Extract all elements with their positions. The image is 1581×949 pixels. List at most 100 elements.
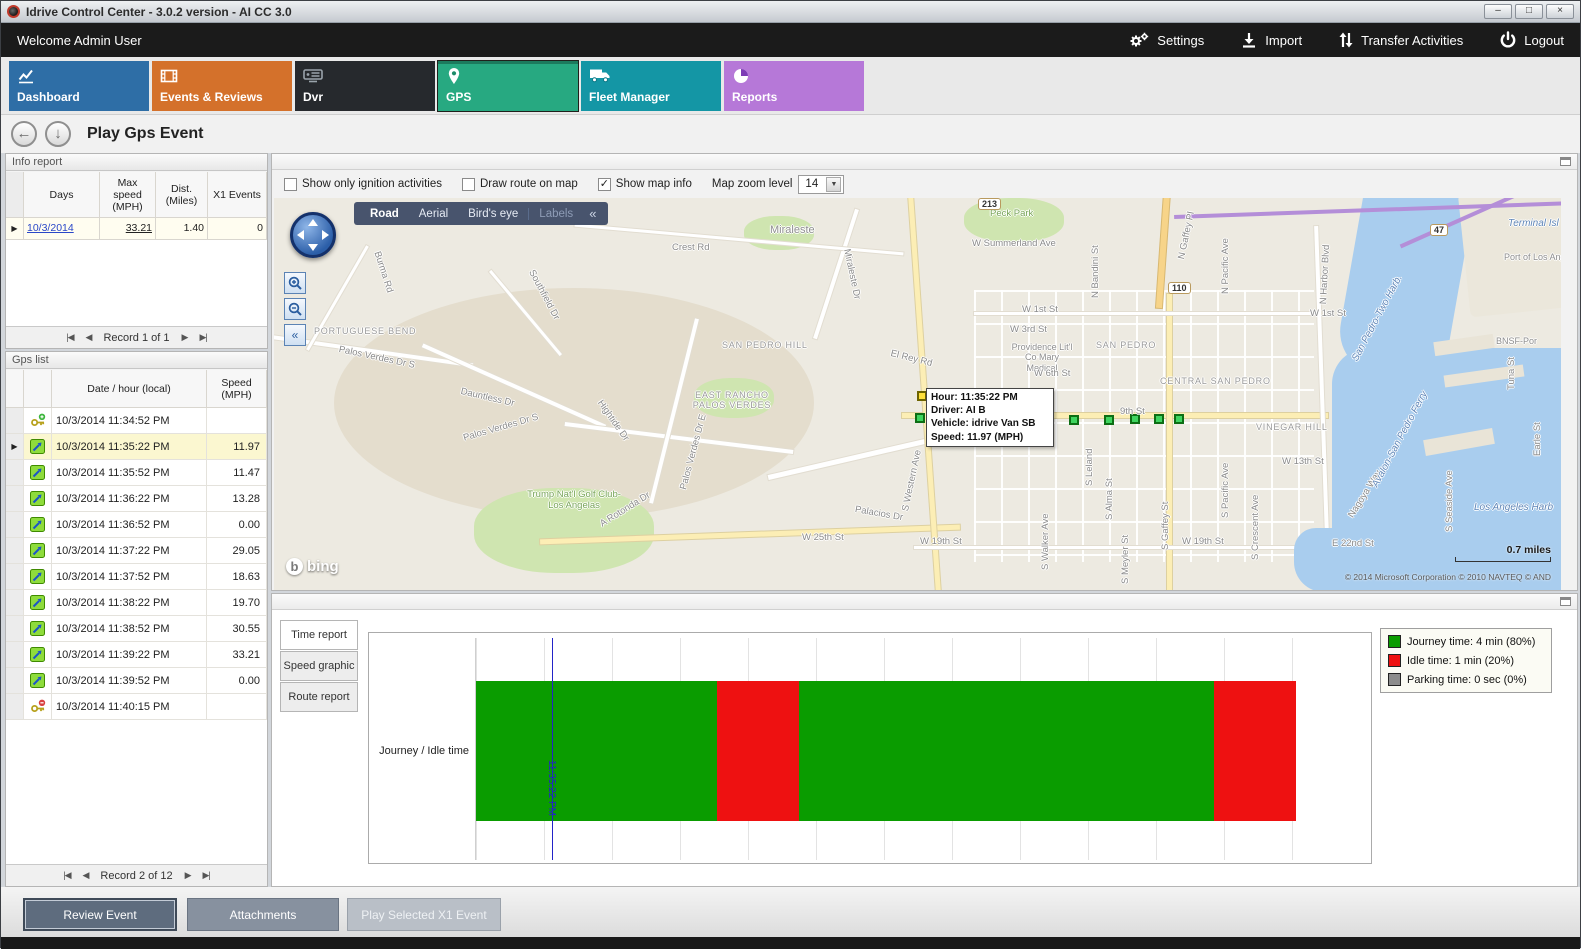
column-header-days[interactable]: Days (24, 172, 100, 218)
gps-row[interactable]: 10/3/2014 11:39:52 PM0.00 (6, 668, 267, 694)
gps-row[interactable]: 10/3/2014 11:39:22 PM33.21 (6, 642, 267, 668)
prev-page-button[interactable]: ◀ (83, 870, 89, 881)
checkbox-show-map-info[interactable]: ✓ Show map info (598, 178, 692, 191)
map-style-road[interactable]: Road (360, 208, 409, 220)
map-zoom-select[interactable]: 14 ▼ (798, 175, 844, 194)
map-style-aerial[interactable]: Aerial (409, 208, 458, 220)
collapse-button[interactable]: ↓ (45, 121, 71, 147)
map-label: W 3rd St (1010, 324, 1047, 335)
checkbox-box (284, 178, 297, 191)
checkbox-show-only-ignition[interactable]: Show only ignition activities (284, 178, 442, 191)
settings-button[interactable]: Settings (1128, 31, 1204, 49)
gps-row[interactable]: 10/3/2014 11:36:52 PM0.00 (6, 512, 267, 538)
gps-row[interactable]: 10/3/2014 11:38:52 PM30.55 (6, 616, 267, 642)
gps-row[interactable]: 10/3/2014 11:37:22 PM29.05 (6, 538, 267, 564)
gps-row[interactable]: 10/3/2014 11:34:52 PM (6, 408, 267, 434)
tab-time-report[interactable]: Time report (280, 620, 358, 650)
gps-row[interactable]: 10/3/2014 11:37:52 PM18.63 (6, 564, 267, 590)
gps-speed (207, 694, 267, 720)
info-row[interactable]: ▶ 10/3/2014 33.21 1.40 0 (6, 218, 267, 240)
gps-speed: 0.00 (207, 512, 267, 538)
import-icon (1240, 31, 1258, 49)
map-label: Miraleste (770, 224, 815, 236)
play-selected-x1-event-button[interactable]: Play Selected X1 Event (347, 898, 501, 931)
next-page-button[interactable]: ▶ (182, 332, 188, 343)
close-button[interactable]: × (1546, 4, 1574, 19)
import-button[interactable]: Import (1240, 31, 1302, 49)
map-style-labels[interactable]: Labels (528, 208, 583, 220)
gps-icon (24, 434, 52, 460)
last-page-button[interactable]: ▶| (199, 332, 206, 343)
map-label: 110 (1168, 282, 1191, 294)
gps-date: 10/3/2014 11:37:22 PM (52, 538, 207, 564)
bing-logo[interactable]: b bing (286, 558, 339, 575)
route-point-green[interactable] (915, 413, 925, 423)
map-label: W 19th St (920, 536, 962, 547)
gps-date: 10/3/2014 11:35:22 PM (52, 434, 207, 460)
column-header-x1-events[interactable]: X1 Events (208, 172, 267, 218)
compass-control[interactable] (290, 212, 336, 258)
first-page-button[interactable]: |◀ (63, 870, 70, 881)
map-label: E 22nd St (1332, 538, 1374, 549)
logout-button[interactable]: Logout (1499, 31, 1564, 49)
bing-map[interactable]: MiralestePeck ParkW Summerland AveCrest … (274, 198, 1561, 590)
gps-row[interactable]: 10/3/2014 11:36:22 PM13.28 (6, 486, 267, 512)
x1-events-value: 0 (208, 218, 267, 240)
route-point-green[interactable] (1174, 414, 1184, 424)
tab-gps[interactable]: GPS (438, 61, 578, 111)
magnifier-plus-icon (287, 275, 303, 291)
key-off-icon (24, 694, 52, 720)
back-button[interactable]: ← (11, 121, 37, 147)
journey-idle-bar (476, 681, 1296, 821)
map-label: San Pedro Hill (722, 340, 808, 350)
gps-speed: 33.21 (207, 642, 267, 668)
attachments-button[interactable]: Attachments (187, 898, 339, 931)
minimize-button[interactable]: – (1484, 4, 1512, 19)
tab-dvr[interactable]: Dvr (295, 61, 435, 111)
checkbox-label: Show only ignition activities (302, 178, 442, 190)
gps-speed: 19.70 (207, 590, 267, 616)
next-page-button[interactable]: ▶ (185, 870, 191, 881)
maximize-panel-icon[interactable] (1560, 157, 1571, 166)
last-page-button[interactable]: ▶| (203, 870, 210, 881)
tab-label: GPS (446, 90, 471, 104)
days-link[interactable]: 10/3/2014 (24, 218, 100, 240)
map-style-bird-s-eye[interactable]: Bird's eye (458, 208, 528, 220)
map-label: S Meyler St (1120, 535, 1131, 584)
zoom-in-button[interactable] (284, 272, 306, 294)
sidebar-collapse-button[interactable]: « (284, 324, 306, 346)
gps-speed (207, 408, 267, 434)
column-header-speed[interactable]: Speed (MPH) (207, 370, 267, 408)
gps-speed: 0.00 (207, 668, 267, 694)
tab-dashboard[interactable]: Dashboard (9, 61, 149, 111)
gps-row[interactable]: ▶10/3/2014 11:35:22 PM11.97 (6, 434, 267, 460)
legend-swatch (1388, 673, 1401, 686)
maximize-panel-icon[interactable] (1560, 597, 1571, 606)
style-bar-collapse-button[interactable]: « (583, 206, 602, 221)
zoom-out-button[interactable] (284, 298, 306, 320)
map-label: W 1st St (1310, 308, 1346, 319)
maximize-button[interactable]: □ (1515, 4, 1543, 19)
column-header-max-speed[interactable]: Max speed (MPH) (100, 172, 156, 218)
column-header-date[interactable]: Date / hour (local) (52, 370, 207, 408)
checkbox-label: Show map info (616, 178, 692, 190)
gps-row[interactable]: 10/3/2014 11:38:22 PM19.70 (6, 590, 267, 616)
first-page-button[interactable]: |◀ (66, 332, 73, 343)
tab-speed-graphic[interactable]: Speed graphic (280, 651, 358, 681)
column-header-dist[interactable]: Dist. (Miles) (156, 172, 208, 218)
route-point-green[interactable] (1104, 415, 1114, 425)
gps-list-header: Gps list (6, 352, 267, 369)
chevron-down-icon: ▼ (826, 177, 841, 192)
transfer-activities-button[interactable]: Transfer Activities (1338, 31, 1463, 49)
gps-row[interactable]: 10/3/2014 11:40:15 PM (6, 694, 267, 720)
tab-fleet-manager[interactable]: Fleet Manager (581, 61, 721, 111)
gps-row[interactable]: 10/3/2014 11:35:52 PM11.47 (6, 460, 267, 486)
tab-events-reviews[interactable]: Events & Reviews (152, 61, 292, 111)
review-event-button[interactable]: Review Event (23, 898, 177, 931)
tab-route-report[interactable]: Route report (280, 682, 358, 712)
tab-reports[interactable]: Reports (724, 61, 864, 111)
route-point-green[interactable] (1069, 415, 1079, 425)
route-point-green[interactable] (1154, 414, 1164, 424)
prev-page-button[interactable]: ◀ (86, 332, 92, 343)
checkbox-draw-route[interactable]: Draw route on map (462, 178, 578, 191)
